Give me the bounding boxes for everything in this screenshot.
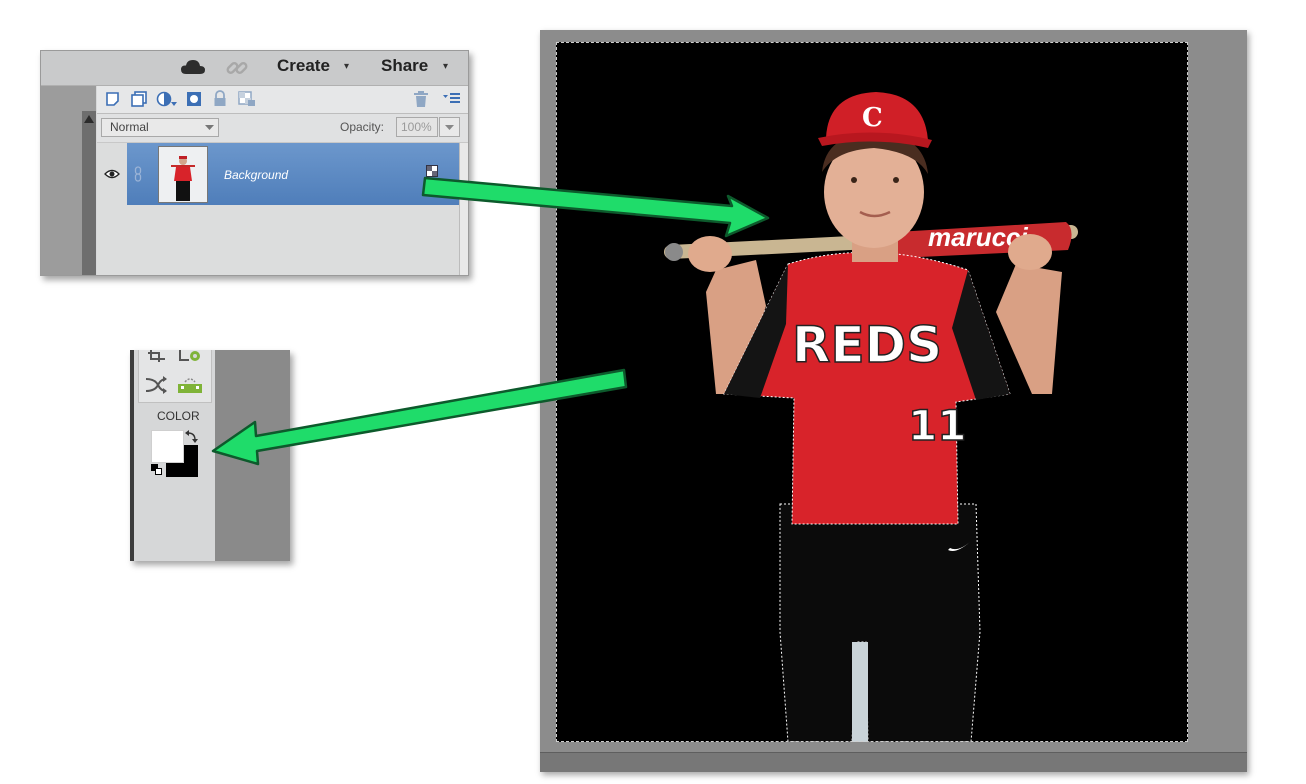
trash-icon[interactable] <box>413 90 429 108</box>
opacity-label: Opacity: <box>340 120 385 134</box>
new-layer-icon[interactable] <box>105 91 121 107</box>
share-button[interactable]: Share <box>381 56 428 76</box>
layer-mask-icon[interactable] <box>185 90 203 108</box>
lock-transparent-icon[interactable] <box>237 90 257 108</box>
cap-logo: C <box>862 103 883 133</box>
collapse-triangle-icon[interactable] <box>84 115 94 123</box>
lock-icon[interactable] <box>212 90 228 108</box>
recompose-tool-icon[interactable] <box>177 350 203 364</box>
layer-thumbnail <box>158 146 208 203</box>
opacity-value: 100% <box>401 120 432 134</box>
panel-menu-icon[interactable] <box>443 91 461 107</box>
eye-icon[interactable] <box>104 168 120 180</box>
jersey-lettering: REDS <box>792 316 942 374</box>
thumbnail-image <box>159 147 207 202</box>
default-colors-back-icon[interactable] <box>155 468 162 475</box>
photo-subject: marucci REDS 11 C <box>664 92 1078 743</box>
jersey-number: 11 <box>908 401 966 450</box>
chain-link-icon[interactable] <box>134 166 142 182</box>
chevron-down-icon <box>205 125 214 130</box>
new-group-icon[interactable] <box>130 90 148 108</box>
adjustment-layer-icon[interactable] <box>156 90 178 108</box>
swap-colors-icon[interactable] <box>185 430 199 444</box>
transparency-lock-icon <box>426 165 438 177</box>
cloud-icon[interactable] <box>180 57 206 77</box>
layer-name[interactable]: Background <box>224 168 288 182</box>
foreground-color-swatch[interactable] <box>151 430 184 463</box>
chevron-down-icon <box>445 125 454 130</box>
chevron-down-icon[interactable]: ▾ <box>443 61 448 72</box>
status-bar <box>540 752 1247 772</box>
straighten-tool-icon[interactable] <box>177 376 203 394</box>
link-icon[interactable] <box>225 56 249 80</box>
color-section-label: COLOR <box>157 409 200 423</box>
opacity-dropdown[interactable] <box>439 117 460 137</box>
scrollbar[interactable] <box>459 143 468 275</box>
layers-panel: Create ▾ Share ▾ Normal Opacity: 100% Ba… <box>40 50 469 276</box>
image-document[interactable]: marucci REDS 11 C <box>556 42 1188 743</box>
tools-panel: COLOR <box>130 350 290 561</box>
blend-mode-value: Normal <box>110 120 149 134</box>
blend-mode-select[interactable]: Normal <box>101 118 219 137</box>
chevron-down-icon[interactable]: ▾ <box>344 61 349 72</box>
crop-tool-icon[interactable] <box>147 350 167 364</box>
create-button[interactable]: Create <box>277 56 330 76</box>
opacity-field[interactable]: 100% <box>396 117 438 137</box>
panel-divider <box>82 111 96 275</box>
document-canvas: marucci REDS 11 C <box>540 30 1247 772</box>
content-aware-move-icon[interactable] <box>145 376 167 394</box>
